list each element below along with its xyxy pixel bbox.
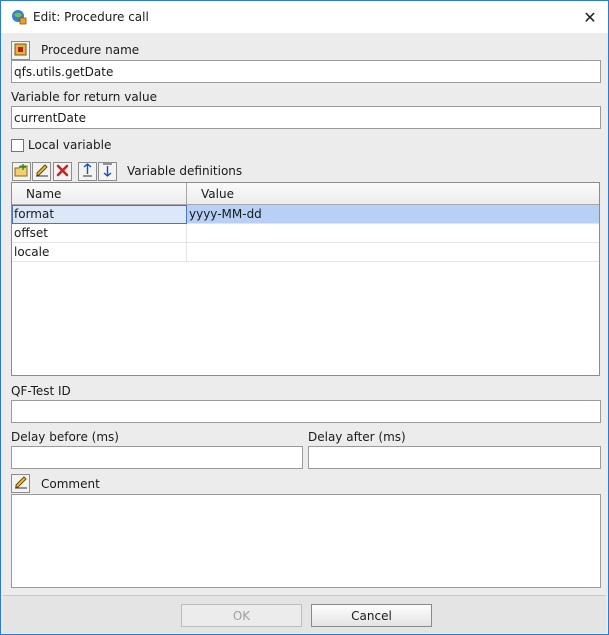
add-row-icon [14,163,29,180]
move-down-icon [101,163,114,180]
cell-value[interactable]: yyyy-MM-dd [187,205,599,224]
dialog-window: Edit: Procedure call ✕ Procedure name Va… [0,0,609,635]
close-icon[interactable]: ✕ [572,1,608,33]
local-variable-label: Local variable [28,138,112,152]
qftest-id-label: QF-Test ID [11,384,71,398]
delay-after-label: Delay after (ms) [308,430,406,444]
cell-name[interactable]: offset [12,224,187,243]
delay-after-input[interactable] [308,446,601,469]
comment-textarea[interactable] [11,494,601,588]
window-title: Edit: Procedure call [33,10,149,24]
procedure-select-button[interactable] [11,41,30,60]
cell-value[interactable] [187,224,599,243]
qftest-id-input[interactable] [11,400,601,423]
delay-before-input[interactable] [11,446,303,469]
return-variable-input[interactable] [11,106,601,129]
table-row[interactable]: offset [12,224,599,243]
move-up-button[interactable] [78,162,97,181]
edit-pencil-icon [14,475,28,492]
delete-row-icon [56,164,69,180]
button-bar: OK Cancel [3,595,606,633]
cell-value[interactable] [187,243,599,262]
title-bar[interactable]: Edit: Procedure call ✕ [1,1,608,33]
return-variable-label: Variable for return value [11,90,157,104]
delete-row-button[interactable] [53,162,72,181]
procedure-icon [14,43,27,59]
ok-button[interactable]: OK [181,604,302,627]
move-up-icon [81,163,94,180]
procedure-name-input[interactable] [11,60,601,83]
variable-definitions-table[interactable]: Name Value format yyyy-MM-dd offset loca… [11,182,600,376]
delay-before-label: Delay before (ms) [11,430,119,444]
column-header-value[interactable]: Value [187,183,599,205]
move-down-button[interactable] [98,162,117,181]
edit-row-icon [35,163,49,180]
column-header-name[interactable]: Name [12,183,187,205]
add-row-button[interactable] [12,162,31,181]
variable-definitions-label: Variable definitions [127,164,243,178]
comment-edit-button[interactable] [11,474,30,493]
cell-name[interactable]: locale [12,243,187,262]
table-row[interactable]: locale [12,243,599,262]
edit-row-button[interactable] [32,162,51,181]
local-variable-checkbox[interactable] [11,139,24,152]
qftest-app-icon [11,9,27,25]
procedure-name-label: Procedure name [41,43,140,57]
comment-label: Comment [41,477,100,491]
cancel-button[interactable]: Cancel [311,604,432,627]
cell-name[interactable]: format [12,205,187,224]
table-row[interactable]: format yyyy-MM-dd [12,205,599,224]
table-header: Name Value [12,183,599,205]
